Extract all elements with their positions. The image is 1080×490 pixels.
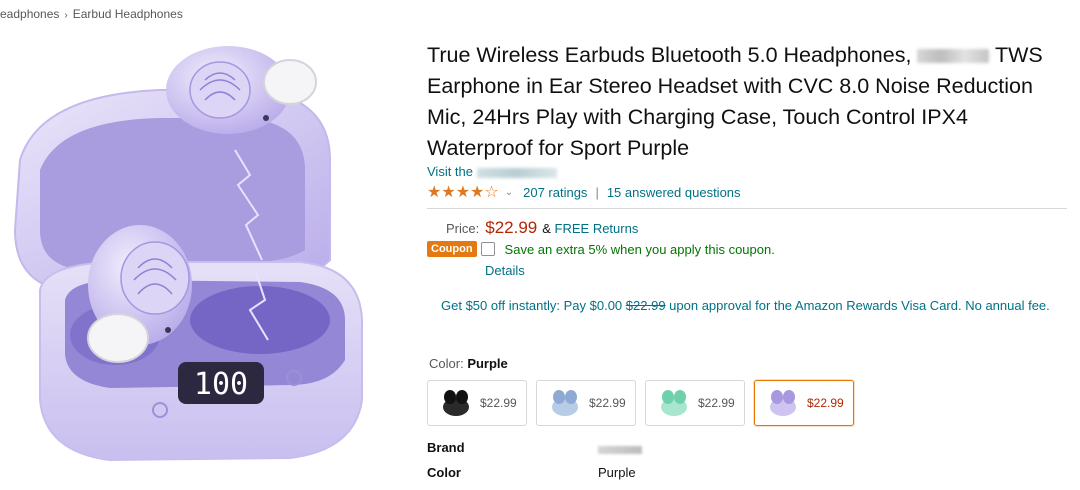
visit-store-link[interactable]: Visit the xyxy=(427,164,558,179)
color-swatch-blue[interactable]: $22.99 xyxy=(536,380,636,426)
product-image[interactable]: 100 xyxy=(0,30,400,490)
price-row: Price: $22.99 & FREE Returns xyxy=(446,218,638,238)
answered-questions-link[interactable]: 15 answered questions xyxy=(607,185,741,200)
star-rating-icon[interactable]: ★★★★☆ xyxy=(427,182,499,202)
color-label-text: Color: xyxy=(429,356,464,371)
price-amp: & xyxy=(542,221,551,236)
color-swatches: $22.99 $22.99 $22.99 $22.99 xyxy=(427,380,854,426)
breadcrumb-item-headphones[interactable]: eadphones xyxy=(0,7,59,21)
selected-color-name: Purple xyxy=(467,356,508,371)
redacted-brand-name xyxy=(917,49,990,64)
coupon-checkbox[interactable] xyxy=(480,242,495,256)
coupon-details-link[interactable]: Details xyxy=(485,263,525,278)
product-title-line1: True Wireless Earbuds Bluetooth 5.0 Head… xyxy=(427,43,912,67)
green-earbuds-thumbnail xyxy=(661,390,687,416)
blue-earbuds-thumbnail xyxy=(552,390,578,416)
product-title: True Wireless Earbuds Bluetooth 5.0 Head… xyxy=(427,40,1077,164)
swatch-price: $22.99 xyxy=(807,396,844,410)
ratings-count-link[interactable]: 207 ratings xyxy=(523,185,587,200)
free-returns-link[interactable]: FREE Returns xyxy=(555,221,639,236)
color-swatch-black[interactable]: $22.99 xyxy=(427,380,527,426)
color-swatch-purple[interactable]: $22.99 xyxy=(754,380,854,426)
spec-value-brand xyxy=(598,442,642,457)
rewards-text-after: upon approval for the Amazon Rewards Vis… xyxy=(669,298,1050,313)
rating-row: ★★★★☆ ⌄ 207 ratings | 15 answered questi… xyxy=(427,182,741,202)
rewards-struck-price: $22.99 xyxy=(625,298,666,313)
redacted-store-name xyxy=(477,167,558,178)
redacted-brand-value xyxy=(598,446,642,454)
earbuds-case-illustration: 100 xyxy=(13,46,363,462)
spec-value-color: Purple xyxy=(598,465,636,480)
chevron-down-icon[interactable]: ⌄ xyxy=(505,187,513,198)
rewards-offer[interactable]: Get $50 off instantly: Pay $0.00 $22.99 … xyxy=(441,296,1066,316)
spec-label-color: Color xyxy=(427,465,461,480)
color-label: Color: Purple xyxy=(429,356,508,371)
black-earbuds-thumbnail xyxy=(443,390,469,416)
section-divider xyxy=(427,208,1067,209)
visit-store-prefix: Visit the xyxy=(427,164,474,179)
spec-label-brand: Brand xyxy=(427,440,465,455)
purple-earbuds-thumbnail xyxy=(770,390,796,416)
breadcrumb-item-earbud-headphones[interactable]: Earbud Headphones xyxy=(73,7,183,21)
battery-display-digits: 100 xyxy=(194,367,248,402)
rewards-text-before: Get $50 off instantly: Pay $0.00 xyxy=(441,298,623,313)
coupon-text[interactable]: Save an extra 5% when you apply this cou… xyxy=(505,242,775,257)
price-value: $22.99 xyxy=(485,218,538,237)
free-returns: & FREE Returns xyxy=(542,221,638,236)
swatch-price: $22.99 xyxy=(698,396,735,410)
rating-separator: | xyxy=(595,184,599,200)
breadcrumb: eadphones › Earbud Headphones xyxy=(0,7,183,21)
coupon-badge: Coupon xyxy=(427,241,477,257)
swatch-price: $22.99 xyxy=(589,396,626,410)
price-label: Price: xyxy=(446,221,480,236)
coupon-row: Coupon Save an extra 5% when you apply t… xyxy=(427,241,775,257)
swatch-price: $22.99 xyxy=(480,396,517,410)
color-swatch-green[interactable]: $22.99 xyxy=(645,380,745,426)
breadcrumb-separator: › xyxy=(64,10,68,21)
